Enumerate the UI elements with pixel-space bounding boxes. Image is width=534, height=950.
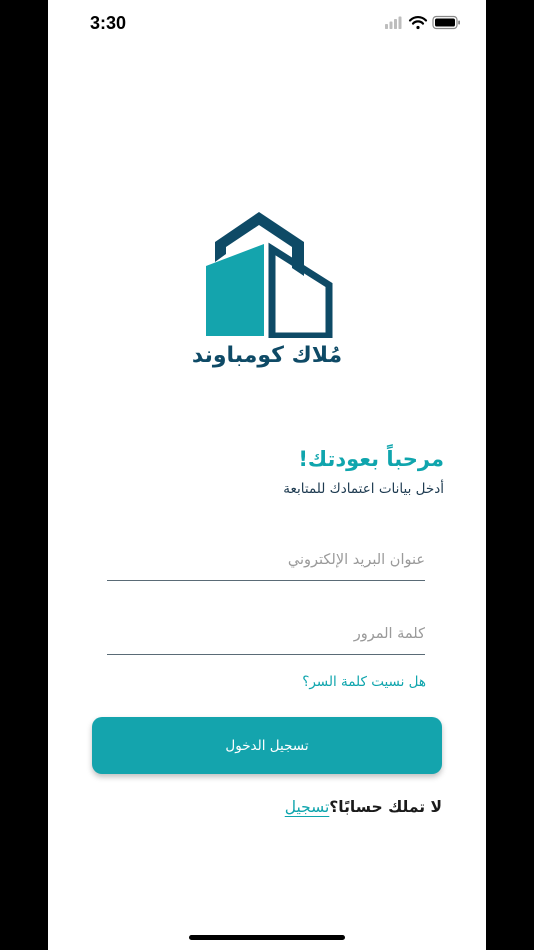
status-icons	[385, 14, 465, 32]
signal-icon	[385, 16, 402, 29]
forgot-password-link[interactable]: هل نسيت كلمة السر؟	[302, 674, 426, 690]
register-link[interactable]: تسجيل	[285, 798, 330, 816]
status-icons-graphic	[385, 15, 460, 30]
email-field[interactable]	[107, 540, 425, 580]
register-row: لا تملك حسابًا؟تسجيل	[285, 798, 442, 816]
status-time: 3:30	[90, 13, 127, 33]
battery-icon	[432, 15, 460, 30]
home-indicator[interactable]	[189, 935, 345, 940]
email-field-wrapper	[107, 540, 425, 581]
welcome-subtitle: أدخل بيانات اعتمادك للمتابعة	[283, 481, 444, 497]
login-screen: 3:30 مُلاك كومباوند مرحباً بعودتك! أدخل …	[48, 0, 486, 950]
password-field-wrapper	[107, 614, 425, 655]
wifi-icon	[408, 16, 428, 30]
register-prompt: لا تملك حسابًا؟	[329, 798, 442, 816]
password-field[interactable]	[107, 614, 425, 654]
login-button[interactable]: تسجيل الدخول	[92, 717, 442, 774]
brand-name: مُلاك كومباوند	[191, 343, 343, 368]
welcome-title: مرحباً بعودتك!	[298, 447, 444, 471]
building-logo	[202, 206, 333, 340]
